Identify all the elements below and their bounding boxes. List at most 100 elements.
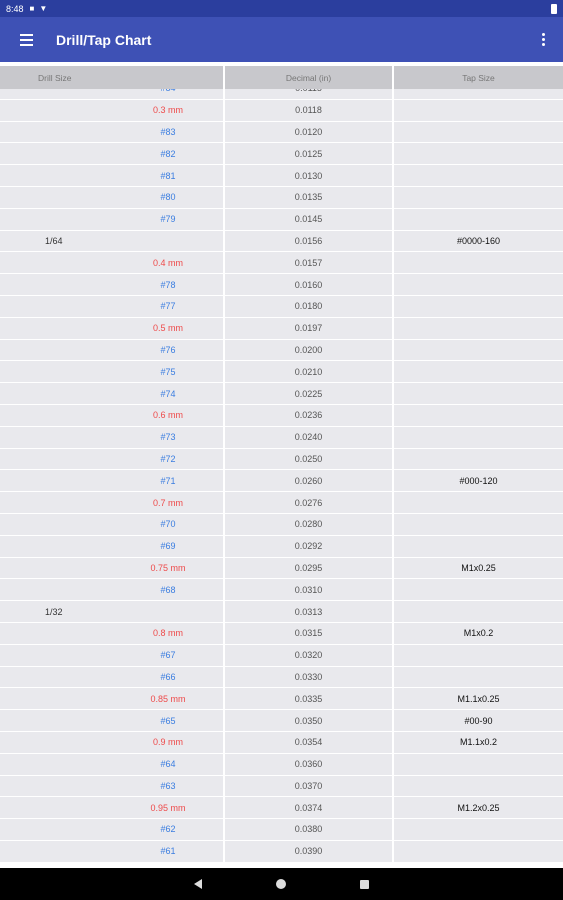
table-row[interactable]: #68 0.0310 (0, 579, 563, 602)
tap-size-cell (392, 89, 563, 99)
drill-size-cell: #77 (0, 296, 223, 317)
drill-size-cell: #84 (0, 89, 223, 99)
table-row[interactable]: #63 0.0370 (0, 775, 563, 798)
home-icon[interactable] (276, 879, 286, 889)
tap-size-cell (392, 601, 563, 622)
table-row[interactable]: #78 0.0160 (0, 274, 563, 296)
drill-size-label: #77 (160, 301, 176, 312)
table-row[interactable]: 0.75 mm 0.0295 M1x0.25 (0, 557, 563, 580)
table-row[interactable]: #82 0.0125 (0, 143, 563, 166)
drill-size-cell: #75 (0, 361, 223, 382)
column-header-drill-size[interactable]: Drill Size (0, 66, 223, 89)
drill-size-label: 0.85 mm (150, 693, 186, 704)
drill-size-label: #83 (160, 126, 176, 137)
drill-size-label: #69 (160, 541, 176, 552)
table-row[interactable]: #66 0.0330 (0, 666, 563, 689)
table-row[interactable]: #80 0.0135 (0, 186, 563, 209)
drill-table[interactable]: #840.01150.3 mm0.0118#830.0120#820.0125#… (0, 89, 563, 868)
tap-size-cell (392, 208, 563, 230)
drill-size-label: 0.7 mm (152, 497, 183, 508)
drill-size-label: #66 (160, 671, 176, 682)
drill-size-label: #68 (160, 584, 176, 595)
drill-size-cell: #61 (0, 841, 223, 862)
drill-size-label: 0.8 mm (152, 628, 183, 639)
recents-icon[interactable] (360, 879, 369, 889)
table-row[interactable]: #70 0.0280 (0, 513, 563, 536)
table-row[interactable]: 0.4 mm 0.0157 (0, 252, 563, 275)
notification-icon: ■ (29, 4, 35, 13)
table-row[interactable]: 0.9 mm 0.0354 M1.1x0.2 (0, 731, 563, 754)
drill-size-label: #67 (160, 650, 176, 661)
table-row[interactable]: 0.5 mm 0.0197 (0, 317, 563, 340)
table-row[interactable]: #71 0.0260 #000-120 (0, 470, 563, 493)
drill-size-cell: 0.4 mm (0, 252, 223, 273)
tap-size-cell (392, 666, 563, 688)
drill-size-label: 0.75 mm (150, 562, 186, 573)
drill-size-label: 0.6 mm (152, 410, 183, 421)
table-row[interactable]: 1/32 0.0313 (0, 601, 563, 623)
drill-size-label: #63 (160, 780, 176, 791)
table-row[interactable]: 0.8 mm 0.0315 M1x0.2 (0, 622, 563, 645)
tap-size-cell (392, 361, 563, 383)
column-header-decimal[interactable]: Decimal (in) (225, 66, 392, 89)
table-row[interactable]: 0.6 mm 0.0236 (0, 404, 563, 427)
tap-size-cell (392, 295, 563, 317)
tap-size-cell (392, 513, 563, 535)
column-header-tap-size[interactable]: Tap Size (394, 66, 563, 89)
back-icon[interactable] (194, 879, 202, 889)
drill-size-cell: #73 (0, 427, 223, 448)
drill-size-cell: #79 (0, 209, 223, 230)
table-row[interactable]: #83 0.0120 (0, 121, 563, 144)
table-row[interactable]: #77 0.0180 (0, 295, 563, 318)
table-row[interactable]: #76 0.0200 (0, 339, 563, 362)
drill-size-label: #84 (0, 89, 336, 93)
drill-size-cell: #74 (0, 383, 223, 404)
table-row[interactable]: 0.3 mm 0.0118 (0, 99, 563, 122)
table-row[interactable]: #74 0.0225 (0, 383, 563, 405)
status-time: 8:48 (6, 3, 24, 14)
table-row[interactable]: #65 0.0350 #00-90 (0, 710, 563, 732)
tap-size-cell: M1.2x0.25 (392, 797, 563, 819)
tap-size-cell (392, 317, 563, 339)
table-row[interactable]: #67 0.0320 (0, 644, 563, 667)
table-header: Drill Size Decimal (in) Tap Size (0, 66, 563, 89)
table-row[interactable]: 0.95 mm 0.0374 M1.2x0.25 (0, 797, 563, 820)
page-title: Drill/Tap Chart (56, 31, 152, 48)
hamburger-menu-button[interactable] (0, 17, 52, 62)
tap-size-cell (392, 492, 563, 513)
tap-size-cell (392, 252, 563, 274)
table-row[interactable]: #840.0115 (0, 89, 563, 100)
drill-size-label: #74 (160, 388, 176, 399)
drill-size-cell: #78 (0, 274, 223, 295)
tap-size-cell: #0000-160 (392, 230, 563, 252)
table-row[interactable]: #79 0.0145 (0, 208, 563, 231)
table-row[interactable]: #81 0.0130 (0, 165, 563, 187)
table-row[interactable]: #72 0.0250 (0, 448, 563, 471)
table-row[interactable]: #62 0.0380 (0, 819, 563, 841)
drill-size-label: #65 (160, 715, 176, 726)
drill-size-cell: #76 (0, 340, 223, 361)
table-row[interactable]: 1/64 0.0156 #0000-160 (0, 230, 563, 253)
table-row[interactable]: #69 0.0292 (0, 535, 563, 558)
drill-size-label: #79 (160, 214, 176, 225)
drill-size-label: #62 (160, 824, 176, 835)
tap-size-cell (392, 339, 563, 361)
tap-size-cell (392, 186, 563, 208)
table-row[interactable]: 0.85 mm 0.0335 M1.1x0.25 (0, 688, 563, 711)
table-row[interactable]: 0.7 mm 0.0276 (0, 492, 563, 514)
drill-size-cell: #66 (0, 667, 223, 688)
tap-size-cell: M1x0.2 (392, 622, 563, 644)
table-row[interactable]: #75 0.0210 (0, 361, 563, 384)
table-row[interactable]: #64 0.0360 (0, 753, 563, 776)
tap-size-cell (392, 143, 563, 165)
overflow-menu-button[interactable] (523, 17, 563, 62)
drill-size-cell: #62 (0, 819, 223, 840)
tap-size-cell: M1.1x0.25 (392, 688, 563, 710)
decimal-cell: 0.0313 (223, 601, 392, 622)
table-row[interactable]: #61 0.0390 (0, 840, 563, 863)
drill-size-cell: 0.7 mm (0, 492, 223, 513)
tap-size-cell (392, 383, 563, 404)
table-row[interactable]: #73 0.0240 (0, 426, 563, 449)
tap-size-cell (392, 426, 563, 448)
tap-size-cell (392, 535, 563, 557)
